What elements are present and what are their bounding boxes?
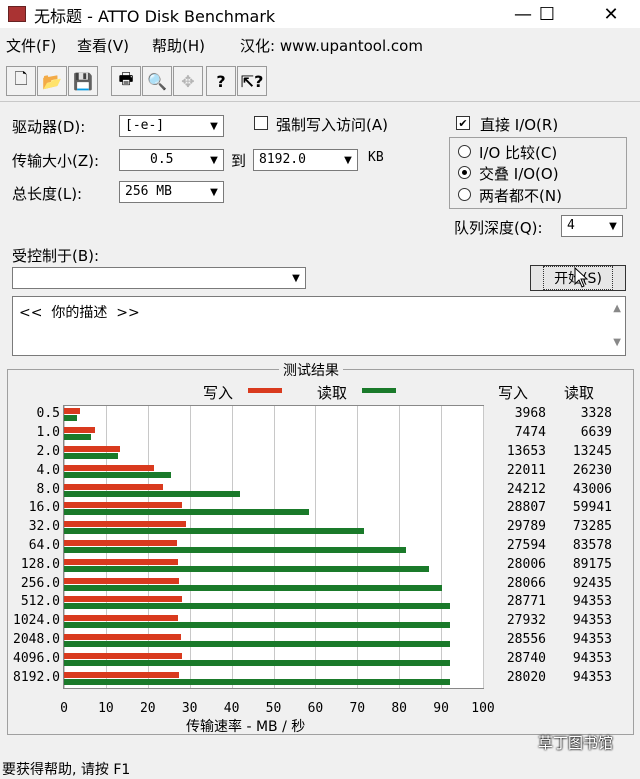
grid-line — [483, 406, 484, 688]
write-bar — [64, 521, 186, 528]
write-value: 29789 — [506, 519, 546, 535]
x-tick-label: 70 — [349, 701, 366, 716]
read-value: 59941 — [572, 500, 612, 516]
transfer-size-tick-label: 4096.0 — [13, 650, 60, 666]
read-bar — [64, 622, 450, 629]
status-text: 要获得帮助, 请按 F1 — [2, 762, 131, 778]
transfer-size-tick-label: 32.0 — [28, 519, 60, 535]
write-bar — [64, 671, 179, 678]
transfer-size-tick-label: 16.0 — [28, 500, 60, 516]
read-bar — [64, 509, 310, 516]
write-bar — [64, 408, 81, 415]
read-value: 43006 — [572, 481, 612, 497]
transfer-size-tick-label: 64.0 — [28, 538, 60, 553]
read-value: 13245 — [572, 444, 612, 459]
transfer-size-tick-label: 8192.0 — [13, 669, 60, 685]
read-bar — [64, 471, 172, 478]
read-value: 83578 — [572, 538, 612, 553]
transfer-size-tick-label: 0.5 — [36, 406, 60, 422]
status-bar: 要获得帮助, 请按 F1 — [0, 757, 640, 778]
write-value: 28006 — [506, 556, 546, 572]
write-value: 7474 — [514, 425, 546, 441]
transfer-size-tick-label: 256.0 — [20, 575, 60, 591]
read-value: 94353 — [572, 594, 612, 610]
read-bar — [64, 565, 429, 572]
x-tick-label: 30 — [181, 701, 198, 716]
write-bar — [64, 615, 179, 622]
read-bar — [64, 434, 92, 441]
read-value: 94353 — [572, 632, 612, 647]
read-bar — [64, 490, 240, 497]
write-value: 27594 — [506, 538, 546, 553]
write-value: 22011 — [506, 462, 546, 478]
transfer-size-tick-label: 4.0 — [36, 462, 60, 478]
read-value: 6639 — [580, 425, 612, 441]
read-bar — [64, 584, 443, 591]
read-bar — [64, 678, 450, 685]
chart-layer: 0 10 20 30 40 50 60 70 80 90 100 0.5 3968 3328 1.0 7474… — [0, 0, 640, 777]
write-bar — [64, 596, 182, 603]
write-bar — [64, 634, 181, 640]
write-value: 3968 — [514, 406, 546, 422]
watermark: 草丁图书馆 — [538, 734, 614, 752]
transfer-size-tick-label: 2.0 — [36, 444, 60, 459]
write-bar — [64, 540, 177, 546]
write-value: 24212 — [506, 481, 546, 497]
write-bar — [64, 427, 95, 434]
write-bar — [64, 502, 182, 509]
read-bar — [64, 659, 450, 666]
transfer-size-tick-label: 1024.0 — [13, 613, 60, 629]
write-bar — [64, 558, 179, 565]
read-value: 73285 — [572, 519, 612, 535]
x-tick-label: 100 — [471, 701, 495, 716]
write-bar — [64, 577, 179, 584]
write-bar — [64, 464, 155, 471]
write-value: 28740 — [506, 650, 546, 666]
x-axis-label: 传输速率 - MB / 秒 — [186, 719, 306, 735]
read-value: 94353 — [572, 650, 612, 666]
transfer-size-tick-label: 512.0 — [20, 594, 60, 610]
x-tick-label: 50 — [265, 701, 282, 716]
write-bar — [64, 652, 182, 659]
read-bar — [64, 547, 406, 553]
x-tick-label: 80 — [391, 701, 408, 716]
write-bar — [64, 483, 163, 490]
read-value: 94353 — [572, 613, 612, 629]
x-tick-label: 60 — [307, 701, 324, 716]
x-tick-label: 10 — [98, 701, 114, 716]
read-bar — [64, 603, 450, 610]
x-tick-label: 40 — [223, 701, 240, 716]
read-value: 89175 — [572, 556, 612, 572]
transfer-size-tick-label: 1.0 — [36, 425, 60, 441]
read-bar — [64, 528, 364, 535]
transfer-size-tick-label: 2048.0 — [13, 632, 60, 647]
read-value: 3328 — [580, 406, 612, 422]
write-value: 28807 — [506, 500, 546, 516]
read-bar — [64, 453, 119, 459]
read-bar — [64, 641, 450, 647]
write-value: 28020 — [506, 669, 546, 685]
x-tick-label: 90 — [433, 701, 449, 716]
x-tick-label: 0 — [60, 701, 68, 716]
read-value: 92435 — [572, 575, 612, 591]
write-value: 28556 — [506, 632, 546, 647]
transfer-size-tick-label: 8.0 — [36, 481, 60, 497]
read-value: 94353 — [572, 669, 612, 685]
transfer-size-tick-label: 128.0 — [20, 556, 60, 572]
write-value: 28771 — [506, 594, 546, 610]
write-value: 13653 — [506, 444, 546, 459]
read-value: 26230 — [572, 462, 612, 478]
write-value: 28066 — [506, 575, 546, 591]
write-bar — [64, 446, 120, 452]
write-value: 27932 — [506, 613, 546, 629]
x-tick-label: 20 — [139, 701, 156, 716]
read-bar — [64, 415, 78, 422]
